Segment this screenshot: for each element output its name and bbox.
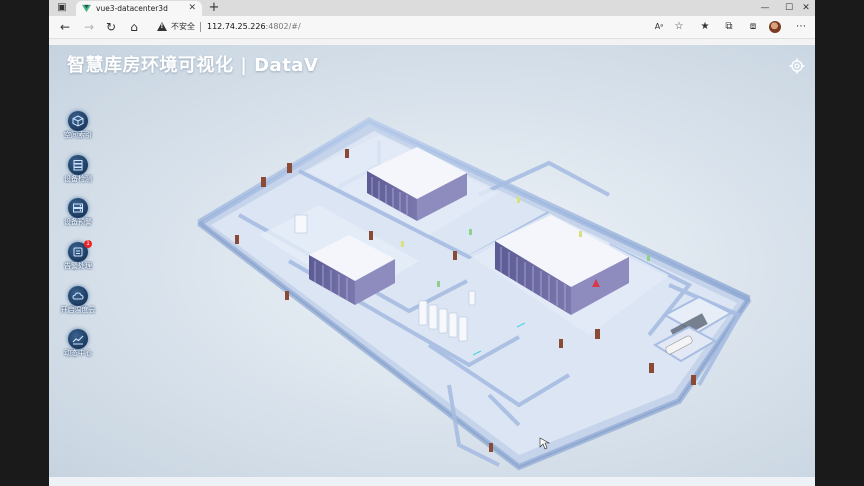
url-text[interactable]: 112.74.25.226:4802/#/ xyxy=(207,21,301,33)
vue-logo-icon xyxy=(82,4,91,13)
warning-icon xyxy=(157,22,167,31)
warehouse-3d-scene[interactable] xyxy=(49,45,815,486)
back-button[interactable]: ← xyxy=(57,19,73,35)
tab-close-icon[interactable]: ✕ xyxy=(188,2,196,14)
menu-label: 设备检测 xyxy=(64,175,92,183)
extensions-icon[interactable]: ⧈ xyxy=(745,19,761,35)
home-button[interactable]: ⌂ xyxy=(126,19,142,35)
menu-temperature-cloud[interactable]: 开启温度云 xyxy=(61,286,97,322)
cube-icon xyxy=(68,111,88,131)
chart-icon xyxy=(68,329,88,349)
browser-toolbar: ← → ↻ ⌂ 不安全 112.74.25.226:4802/#/ Aᵃ ☆ ★… xyxy=(49,16,815,39)
menu-device-warning[interactable]: 设备预警 xyxy=(61,198,97,234)
minimize-button[interactable]: — xyxy=(753,1,777,15)
more-menu-icon[interactable]: ⋯ xyxy=(793,19,809,35)
menu-label: 设备预警 xyxy=(64,218,92,226)
reload-button[interactable]: ↻ xyxy=(103,19,119,35)
alarm-count-badge: 1 xyxy=(84,240,92,248)
favorites-icon[interactable]: ★ xyxy=(697,19,713,35)
browser-tab[interactable]: vue3-datacenter3d ✕ xyxy=(76,1,202,16)
menu-label: 空间索引 xyxy=(64,131,92,139)
tab-actions-icon[interactable]: ▣ xyxy=(55,2,69,14)
server-icon xyxy=(68,155,88,175)
page-viewport: 智慧库房环境可视化 | DataV 空间索引 设备检测 设备预警 1 告警处理 … xyxy=(49,45,815,486)
close-window-button[interactable]: ✕ xyxy=(794,1,815,15)
new-tab-button[interactable]: + xyxy=(207,1,221,15)
menu-alarm-handling[interactable]: 1 告警处理 xyxy=(61,240,97,278)
settings-gear-icon[interactable] xyxy=(789,58,805,74)
avatar[interactable] xyxy=(769,21,781,33)
page-bottom-bar xyxy=(49,477,815,486)
cloud-icon xyxy=(68,286,88,306)
menu-label: 开启温度云 xyxy=(60,306,96,314)
menu-spatial-index[interactable]: 空间索引 xyxy=(61,111,97,147)
menu-device-detection[interactable]: 设备检测 xyxy=(61,155,97,191)
divider xyxy=(200,22,201,32)
collections-icon[interactable]: ⧉ xyxy=(721,19,737,35)
add-favorite-icon[interactable]: ☆ xyxy=(671,19,687,35)
menu-label: 告警处理 xyxy=(64,262,92,270)
tab-title: vue3-datacenter3d xyxy=(96,4,168,13)
page-title: 智慧库房环境可视化 | DataV xyxy=(67,55,319,76)
tab-strip: ▣ vue3-datacenter3d ✕ + — ☐ ✕ xyxy=(49,0,815,16)
read-aloud-icon[interactable]: Aᵃ xyxy=(651,19,667,35)
menu-label: 动态中心 xyxy=(64,349,92,357)
browser-window: ▣ vue3-datacenter3d ✕ + — ☐ ✕ ← → ↻ ⌂ 不安… xyxy=(49,0,815,486)
forward-button[interactable]: → xyxy=(81,19,97,35)
security-label[interactable]: 不安全 xyxy=(171,21,195,33)
address-bar[interactable]: 不安全 112.74.25.226:4802/#/ xyxy=(149,19,669,35)
menu-dynamic-center[interactable]: 动态中心 xyxy=(61,329,97,365)
alert-server-icon xyxy=(68,198,88,218)
